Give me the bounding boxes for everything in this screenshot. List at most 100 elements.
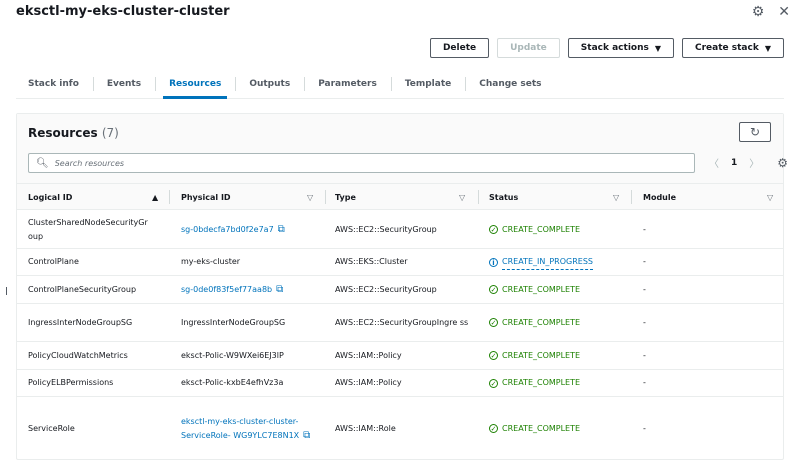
page-title: eksctl-my-eks-cluster-cluster [16,4,230,19]
update-button[interactable]: Update [497,38,560,58]
status-cell-text: CREATE_COMPLETE [502,224,581,234]
tab-template[interactable]: Template [390,69,465,98]
sort-icon[interactable]: ▽ [613,193,619,202]
logical-id-cell: ClusterSharedNodeSecurityGr oup [28,211,158,248]
stack-actions-label: Stack actions [580,43,649,53]
type-cell-text: AWS::EC2::SecurityGroup [335,224,437,234]
resources-panel: Resources (7) ↻ 🔍︎ 〈 1 〉 ⚙ Logical ID ▲ … [16,113,788,460]
status-cell: ✓ CREATE_COMPLETE [489,276,634,303]
column-divider [325,190,326,204]
module-cell: - [643,342,743,369]
type-cell-text: AWS::EC2::SecurityGroupIngre ss [335,317,469,327]
column-logical-id[interactable]: Logical ID ▲ [28,184,173,210]
sort-icon[interactable]: ▽ [307,193,313,202]
logical-id-cell-text: ClusterSharedNodeSecurityGr oup [28,217,148,241]
physical-id-cell: IngressInterNodeGroupSG [181,304,321,341]
table-row: ControlPlaneSecurityGroup sg-0de0f83f5ef7… [17,276,783,304]
sort-asc-icon[interactable]: ▲ [152,193,158,202]
table-row: ClusterSharedNodeSecurityGr oup sg-0bdecf… [17,211,783,249]
prev-page-icon[interactable]: 〈 [709,155,719,170]
column-module[interactable]: Module ▽ [643,184,778,210]
external-link-icon[interactable]: ⧉ [278,223,285,237]
status-cell-text[interactable]: CREATE_IN_PROGRESS [502,255,593,270]
table-row: IngressInterNodeGroupSG IngressInterNodeG… [17,304,783,342]
status-cell: ✓ CREATE_COMPLETE [489,342,634,369]
column-type[interactable]: Type ▽ [335,184,481,210]
logical-id-cell: ControlPlane [28,249,158,275]
module-cell: - [643,249,743,275]
module-cell-text: - [643,284,646,294]
status-cell: ✓ CREATE_COMPLETE [489,304,634,341]
logical-id-cell: PolicyCloudWatchMetrics [28,342,158,369]
logical-id-cell: ServiceRole [28,397,158,460]
module-cell: - [643,370,743,396]
resources-header: Resources (7) ↻ 🔍︎ 〈 1 〉 ⚙ [17,114,788,184]
next-page-icon[interactable]: 〉 [749,155,759,170]
table-row: ServiceRole eksctl-my-eks-cluster-cluster… [17,397,783,460]
type-cell: AWS::IAM::Policy [335,342,475,369]
page-number[interactable]: 1 [731,158,737,168]
module-cell-text: - [643,423,646,433]
type-cell: AWS::IAM::Policy [335,370,475,396]
refresh-button[interactable]: ↻ [739,122,771,142]
logical-id-cell-text: ControlPlaneSecurityGroup [28,284,137,294]
gear-icon[interactable]: ⚙ [752,4,765,20]
table-row: ControlPlane my-eks-cluster AWS::EKS::Clus… [17,249,783,276]
tab-events[interactable]: Events [92,69,155,98]
column-divider [631,190,632,204]
search-field[interactable]: 🔍︎ [28,153,695,173]
physical-id-cell-text[interactable]: eksctl-my-eks-cluster-cluster- ServiceRo… [181,415,321,443]
external-link-icon[interactable]: ⧉ [276,283,283,297]
table-row: PolicyELBPermissions eksct-Polic-kxbE4efh… [17,370,783,397]
caret-down-icon: ▼ [764,43,771,53]
physical-id-cell[interactable]: sg-0de0f83f5ef77aa8b ⧉ [181,276,321,303]
check-circle-icon: ✓ [489,351,498,360]
column-status[interactable]: Status ▽ [489,184,634,210]
tab-stack-info[interactable]: Stack info [16,69,93,98]
module-cell-text: - [643,257,646,266]
column-type-label: Type [335,192,356,202]
status-cell[interactable]: i CREATE_IN_PROGRESS [489,249,634,275]
type-cell: AWS::EC2::SecurityGroupIngre ss [335,304,475,341]
type-cell-text: AWS::EC2::SecurityGroup [335,284,437,294]
physical-id-cell: eksct-Polic-kxbE4efhVz3a [181,370,321,396]
physical-id-cell[interactable]: sg-0bdecfa7bd0f2e7a7 ⧉ [181,211,321,248]
caret-down-icon: ▼ [654,43,662,53]
module-cell: - [643,304,743,341]
search-icon: 🔍︎ [36,157,49,169]
tab-resources[interactable]: Resources [155,69,235,99]
gear-icon[interactable]: ⚙ [777,156,788,170]
module-cell: - [643,211,743,248]
delete-button[interactable]: Delete [429,38,490,58]
tab-outputs[interactable]: Outputs [235,69,304,98]
physical-id-cell[interactable]: eksctl-my-eks-cluster-cluster- ServiceRo… [181,397,321,460]
column-physical-id[interactable]: Physical ID ▽ [181,184,326,210]
logical-id-cell-text: ServiceRole [28,423,75,433]
tab-parameters[interactable]: Parameters [304,69,391,98]
sort-icon[interactable]: ▽ [459,193,465,202]
logical-id-cell-text: PolicyELBPermissions [28,378,114,387]
refresh-icon: ↻ [749,125,761,139]
tab-change-sets[interactable]: Change sets [465,69,555,98]
column-divider [478,190,479,204]
column-status-label: Status [489,192,519,202]
type-cell: AWS::IAM::Role [335,397,475,460]
module-cell: - [643,276,743,303]
type-cell: AWS::EC2::SecurityGroup [335,211,475,248]
stack-actions-button[interactable]: Stack actions ▼ [567,38,675,58]
module-cell-text: - [643,378,646,387]
physical-id-cell: eksct-Polic-W9WXei6EJ3lP [181,342,321,369]
sort-icon[interactable]: ▽ [767,193,773,202]
physical-id-cell-text[interactable]: sg-0de0f83f5ef77aa8b ⧉ [181,283,283,297]
search-input[interactable] [54,158,655,168]
external-link-icon[interactable]: ⧉ [303,429,310,443]
column-logical-id-label: Logical ID [28,192,73,202]
create-stack-button[interactable]: Create stack ▼ [682,38,784,58]
resources-title: Resources (7) [28,126,119,140]
close-icon[interactable]: ✕ [778,4,790,20]
physical-id-cell-text[interactable]: sg-0bdecfa7bd0f2e7a7 ⧉ [181,223,285,237]
status-cell: ✓ CREATE_COMPLETE [489,370,634,396]
tab-bar: Stack info Events Resources Outputs Para… [16,69,784,99]
check-circle-icon: ✓ [489,424,498,433]
type-cell-text: AWS::IAM::Policy [335,350,402,360]
